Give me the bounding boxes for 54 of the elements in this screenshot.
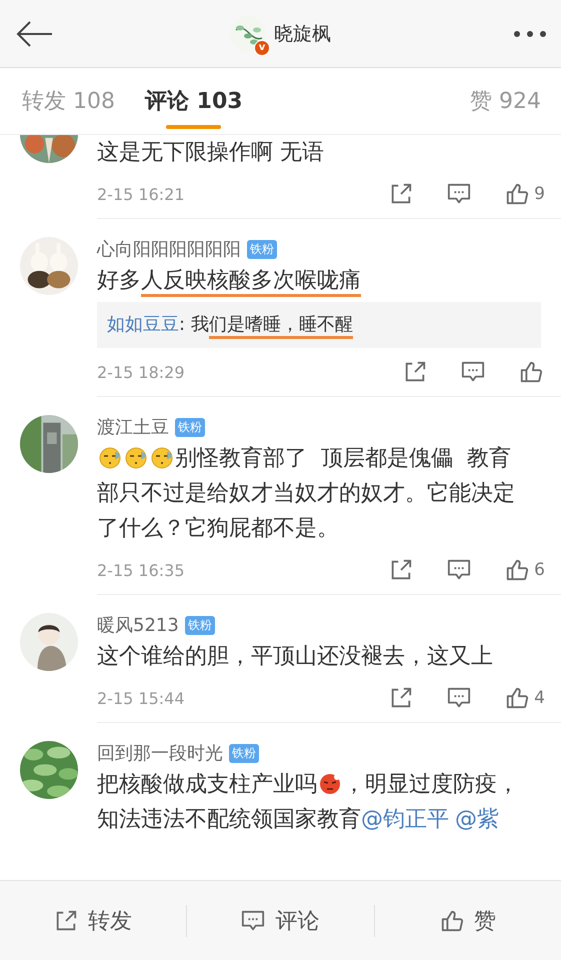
like-count: 4 [534,688,545,708]
author-name: 晓旋枫 [274,22,331,46]
user-name[interactable]: 回到那一段时光 [97,741,223,765]
thumbs-up-icon [505,558,530,582]
comment-text: 这是无下限操作啊 无语 [97,139,325,167]
comment-text: 好多人反映核酸多次喉咙痛 [97,263,527,298]
comment-text: 把核酸做成支柱产业吗 ，明显过度防疫，知法违法不配统领国家教育@钧正平 @紫 [97,771,520,834]
emoji-icon [99,447,121,469]
share-icon [389,686,414,710]
user-name[interactable]: 暖风5213 [97,613,179,637]
share-icon [389,182,414,206]
fan-badge: 铁粉 [184,616,215,634]
thumbs-up-icon [440,908,464,932]
comment-text: 别怪教育部了 顶层都是傀儡 教育部只不过是给奴才当奴才的奴才。它能决定了什么？它狗屁都不是。 [97,445,516,543]
emoji-icon [125,447,147,469]
comment-time: 2-15 15:44 [97,688,186,708]
comment-icon [461,360,485,384]
thumbs-up-icon [505,686,530,710]
like-button[interactable]: 赞 [374,898,561,942]
like-button[interactable]: 4 [505,686,545,710]
comment-button[interactable]: 评论 [187,898,374,942]
share-icon [54,908,78,932]
verified-badge: v [254,40,270,56]
fan-badge: 铁粉 [175,418,205,436]
like-count: 9 [534,184,545,204]
user-link[interactable]: 如如豆豆 [107,314,179,335]
like-count: 6 [534,560,545,580]
mention-link[interactable]: @紫 [455,807,499,832]
reply-text: 如如豆豆: 我们是嗜睡，睡不醒 [97,302,541,348]
emoji-icon [151,447,173,469]
share-icon [403,360,427,384]
thumbs-up-icon [505,182,530,206]
tab[interactable]: 评论 103 [144,68,243,134]
comment-icon [447,686,472,710]
emoji-icon [319,773,341,795]
thumbs-up-icon [519,360,543,384]
comment-icon [447,182,472,206]
like-button[interactable] [519,360,545,384]
comment-icon [241,908,266,932]
like-button[interactable]: 6 [505,558,545,582]
share-icon [389,558,414,582]
comment-time: 2-15 16:35 [97,560,186,580]
comment-text: 这个谁给的胆，平顶山还没褪去，这又上 [97,643,494,671]
fan-badge: 铁粉 [247,240,277,258]
user-name[interactable]: 心向阳阳阳阳阳阳 [97,237,241,261]
like-button[interactable]: 9 [505,182,545,206]
reply-button[interactable] [461,360,487,384]
comment-time: 2-15 18:29 [97,362,186,382]
mention-link[interactable]: @钧正平 [361,807,449,832]
comment-time: 2-15 16:21 [97,184,186,204]
user-name[interactable]: 渡江土豆 [97,415,169,439]
repost-button[interactable]: 转发 [0,898,186,942]
fan-badge: 铁粉 [229,744,259,762]
comment-icon [447,558,472,582]
